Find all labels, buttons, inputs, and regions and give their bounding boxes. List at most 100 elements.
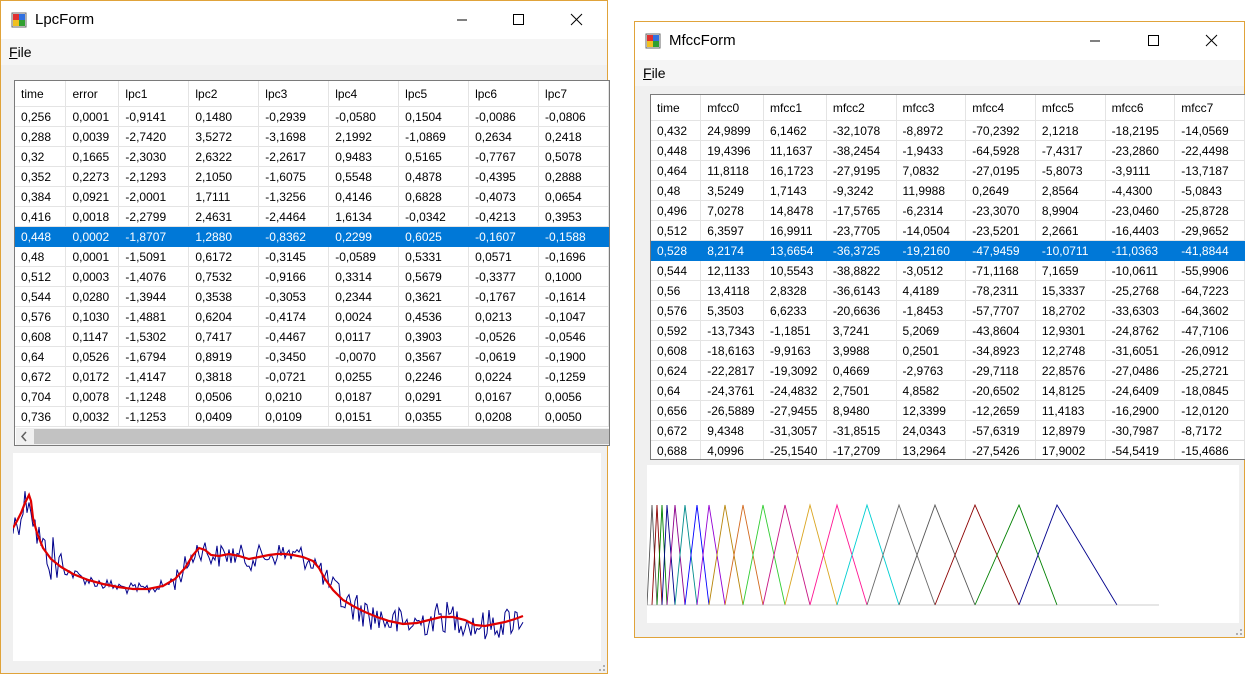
table-cell[interactable]: -0,2939 — [258, 106, 330, 127]
table-cell[interactable]: -0,4073 — [468, 186, 540, 207]
table-cell[interactable]: -0,9166 — [258, 266, 330, 287]
table-cell[interactable]: 0,5679 — [398, 266, 470, 287]
table-cell[interactable]: -0,4467 — [258, 326, 330, 347]
table-cell[interactable]: -6,2314 — [896, 200, 967, 221]
table-cell[interactable]: 3,9988 — [826, 340, 897, 361]
table-row[interactable]: 0,48 0,0001 -1,5091 0,6172 -0,3145 -0,0589 0,5… — [15, 246, 609, 267]
table-cell[interactable]: 0,0172 — [65, 366, 120, 387]
table-cell[interactable]: -0,1047 — [538, 306, 609, 327]
table-cell[interactable]: 22,8576 — [1035, 360, 1106, 381]
table-cell[interactable]: 18,2702 — [1035, 300, 1106, 321]
table-row[interactable]: 0,464 11,8118 16,1723 -27,9195 7,0832 -27,019… — [651, 160, 1245, 181]
table-cell[interactable]: 0,416 — [15, 206, 67, 227]
table-cell[interactable]: 0,56 — [651, 280, 702, 301]
table-cell[interactable]: -25,8728 — [1174, 200, 1245, 221]
table-row[interactable]: 0,432 24,9899 6,1462 -32,1078 -8,8972 -70,239… — [651, 120, 1245, 141]
column-header-lpc4[interactable]: lpc4 — [328, 81, 400, 107]
table-cell[interactable]: 0,1480 — [188, 106, 260, 127]
horizontal-scrollbar[interactable] — [16, 428, 609, 445]
table-cell[interactable]: 5,2069 — [896, 320, 967, 341]
column-header-mfcc0[interactable]: mfcc0 — [700, 95, 765, 121]
table-cell[interactable]: 0,384 — [15, 186, 67, 207]
table-cell[interactable]: 1,7143 — [763, 180, 827, 201]
table-cell[interactable]: 0,0506 — [188, 386, 260, 407]
resize-grip-icon[interactable] — [1233, 626, 1243, 636]
table-cell[interactable]: -5,8073 — [1035, 160, 1106, 181]
table-cell[interactable]: -20,6636 — [826, 300, 897, 321]
table-cell[interactable]: 0,3567 — [398, 346, 470, 367]
table-cell[interactable]: 17,9002 — [1035, 440, 1106, 459]
table-cell[interactable]: -0,4395 — [468, 166, 540, 187]
table-cell[interactable]: 0,656 — [651, 400, 702, 421]
table-cell[interactable]: -14,0504 — [896, 220, 967, 241]
table-cell[interactable]: 15,3337 — [1035, 280, 1106, 301]
table-cell[interactable]: 3,5249 — [700, 180, 765, 201]
table-cell[interactable]: 0,3538 — [188, 286, 260, 307]
table-cell[interactable]: -8,8972 — [896, 120, 967, 141]
table-cell[interactable]: -10,0711 — [1035, 240, 1106, 261]
table-cell[interactable]: -1,1248 — [118, 386, 190, 407]
table-cell[interactable]: 0,288 — [15, 126, 67, 147]
column-header-error[interactable]: error — [65, 81, 120, 107]
table-cell[interactable]: -27,5426 — [965, 440, 1036, 459]
table-row[interactable]: 0,528 8,2174 13,6654 -36,3725 -19,2160 -47,94… — [651, 240, 1245, 261]
table-cell[interactable]: -9,3242 — [826, 180, 897, 201]
table-cell[interactable]: 0,2888 — [538, 166, 609, 187]
column-header-lpc5[interactable]: lpc5 — [398, 81, 470, 107]
table-cell[interactable]: -1,4881 — [118, 306, 190, 327]
table-row[interactable]: 0,544 12,1133 10,5543 -38,8822 -3,0512 -71,11… — [651, 260, 1245, 281]
table-cell[interactable]: -16,2900 — [1105, 400, 1176, 421]
table-cell[interactable]: -23,3070 — [965, 200, 1036, 221]
table-cell[interactable]: 14,8478 — [763, 200, 827, 221]
table-cell[interactable]: 8,9904 — [1035, 200, 1106, 221]
table-cell[interactable]: 4,0996 — [700, 440, 765, 459]
table-cell[interactable]: -27,9195 — [826, 160, 897, 181]
table-cell[interactable]: 2,8564 — [1035, 180, 1106, 201]
table-cell[interactable]: -0,0342 — [398, 206, 470, 227]
table-cell[interactable]: -19,3092 — [763, 360, 827, 381]
table-cell[interactable]: 0,8919 — [188, 346, 260, 367]
column-header-mfcc7[interactable]: mfcc7 — [1174, 95, 1245, 121]
table-cell[interactable]: 2,4631 — [188, 206, 260, 227]
table-cell[interactable]: 0,0255 — [328, 366, 400, 387]
table-cell[interactable]: -0,1696 — [538, 246, 609, 267]
table-cell[interactable]: -27,9455 — [763, 400, 827, 421]
table-cell[interactable]: 3,5272 — [188, 126, 260, 147]
table-cell[interactable]: 0,0050 — [538, 406, 609, 427]
table-cell[interactable]: -0,7767 — [468, 146, 540, 167]
table-cell[interactable]: -1,9433 — [896, 140, 967, 161]
table-cell[interactable]: 0,256 — [15, 106, 67, 127]
table-row[interactable]: 0,592 -13,7343 -1,1851 3,7241 5,2069 -43,8604… — [651, 320, 1245, 341]
table-cell[interactable]: 0,544 — [651, 260, 702, 281]
table-cell[interactable]: 0,0167 — [468, 386, 540, 407]
resize-grip-icon[interactable] — [596, 662, 606, 672]
table-cell[interactable]: 12,8979 — [1035, 420, 1106, 441]
table-cell[interactable]: 6,1462 — [763, 120, 827, 141]
table-cell[interactable]: -1,3944 — [118, 286, 190, 307]
table-cell[interactable]: 0,0078 — [65, 386, 120, 407]
table-cell[interactable]: 11,9988 — [896, 180, 967, 201]
table-cell[interactable]: 0,672 — [15, 366, 67, 387]
column-header-time[interactable]: time — [15, 81, 67, 107]
table-cell[interactable]: 2,7501 — [826, 380, 897, 401]
table-cell[interactable]: 0,704 — [15, 386, 67, 407]
table-row[interactable]: 0,32 0,1665 -2,3030 2,6322 -2,2617 0,9483 0,51… — [15, 146, 609, 167]
column-header-mfcc5[interactable]: mfcc5 — [1035, 95, 1106, 121]
table-cell[interactable]: 0,3953 — [538, 206, 609, 227]
minimize-button[interactable] — [1072, 22, 1118, 60]
table-cell[interactable]: 8,2174 — [700, 240, 765, 261]
table-cell[interactable]: -27,0486 — [1105, 360, 1176, 381]
table-cell[interactable]: 0,0280 — [65, 286, 120, 307]
table-cell[interactable]: -2,0001 — [118, 186, 190, 207]
table-cell[interactable]: 0,528 — [651, 240, 702, 261]
table-cell[interactable]: -1,8707 — [118, 226, 190, 247]
table-cell[interactable]: -24,4832 — [763, 380, 827, 401]
table-cell[interactable]: 0,64 — [15, 346, 67, 367]
table-cell[interactable]: -34,8923 — [965, 340, 1036, 361]
table-cell[interactable]: 0,352 — [15, 166, 67, 187]
table-cell[interactable]: 0,5078 — [538, 146, 609, 167]
table-cell[interactable]: 6,3597 — [700, 220, 765, 241]
table-cell[interactable]: 0,5165 — [398, 146, 470, 167]
table-cell[interactable]: 0,2418 — [538, 126, 609, 147]
table-row[interactable]: 0,736 0,0032 -1,1253 0,0409 0,0109 0,0151 0,03… — [15, 406, 609, 427]
